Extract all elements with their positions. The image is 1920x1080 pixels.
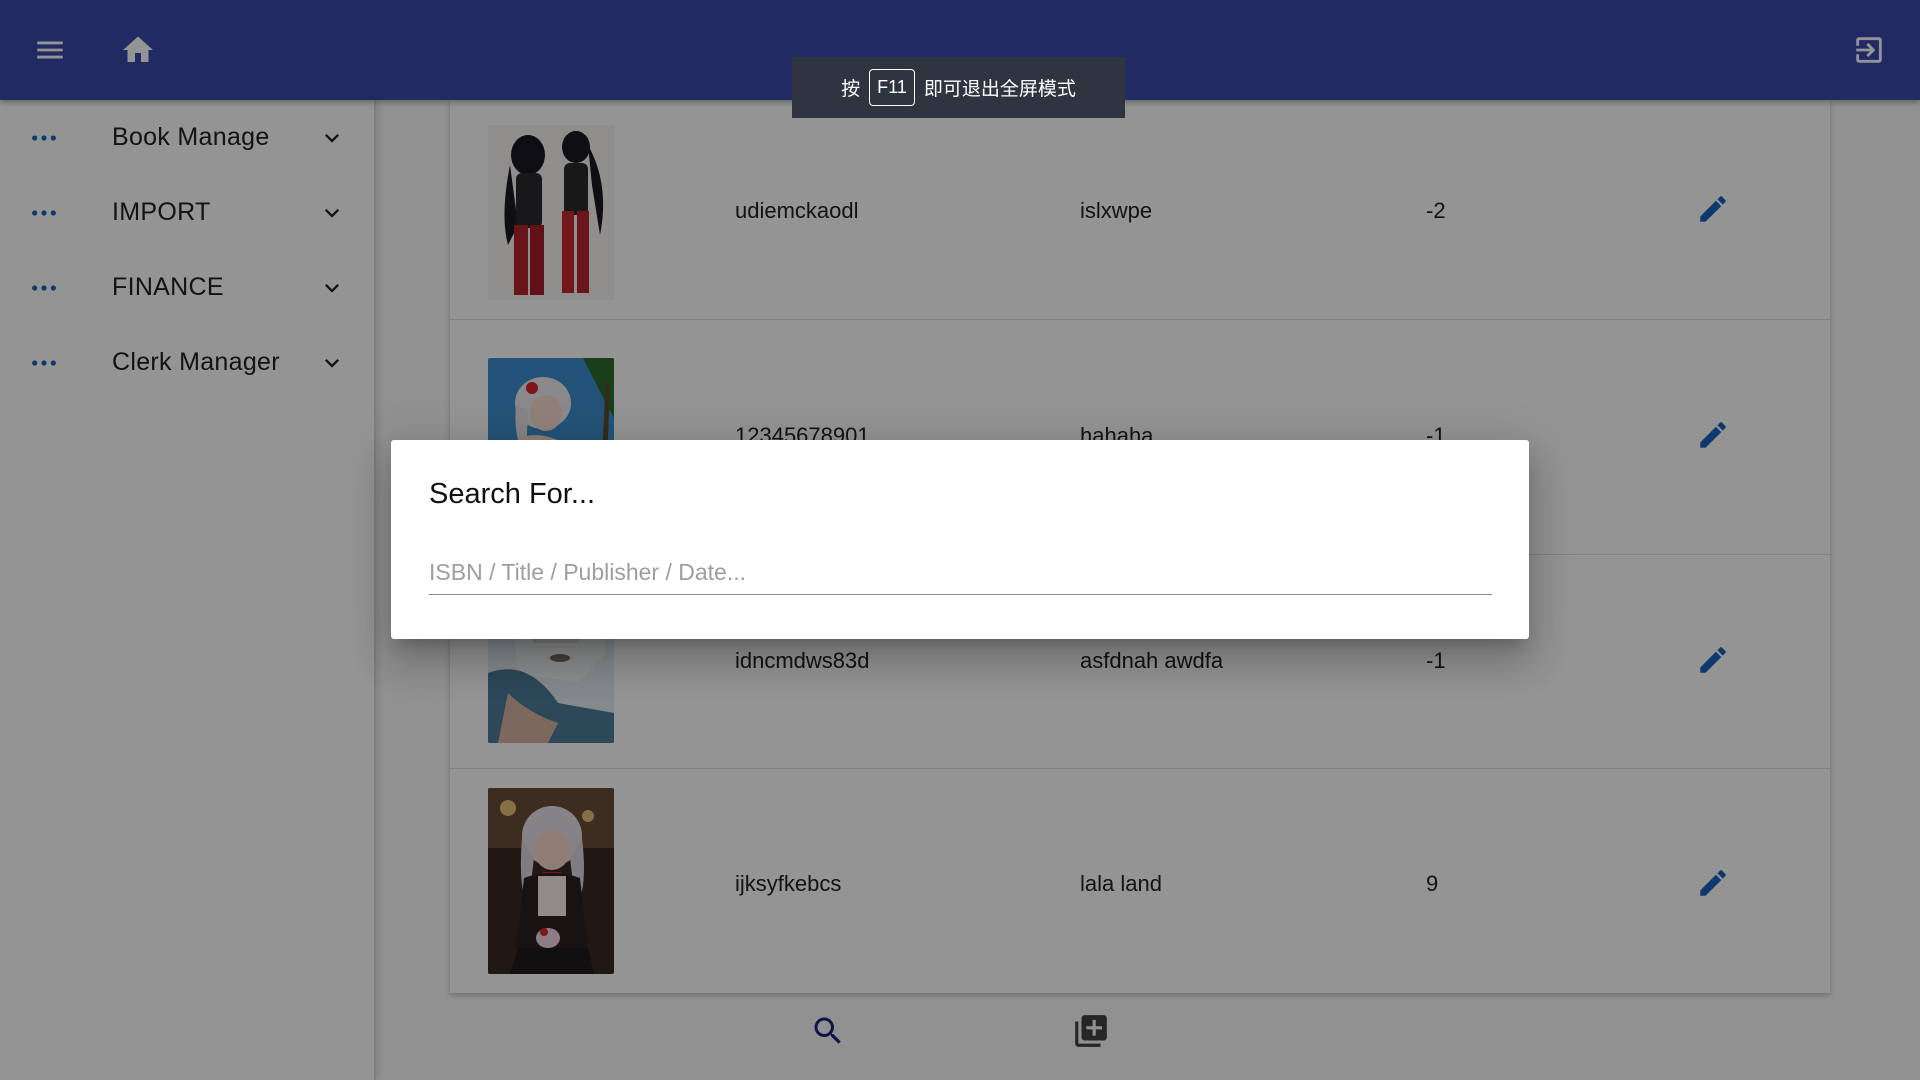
dialog-title: Search For...	[429, 478, 596, 510]
key-badge: F11	[869, 69, 915, 106]
toast-suffix: 即可退出全屏模式	[923, 78, 1076, 100]
fullscreen-exit-toast: 按 F11 即可退出全屏模式	[792, 57, 1125, 118]
search-dialog: Search For...	[391, 440, 1529, 639]
toast-prefix: 按	[841, 78, 861, 100]
search-input[interactable]	[429, 550, 1492, 595]
